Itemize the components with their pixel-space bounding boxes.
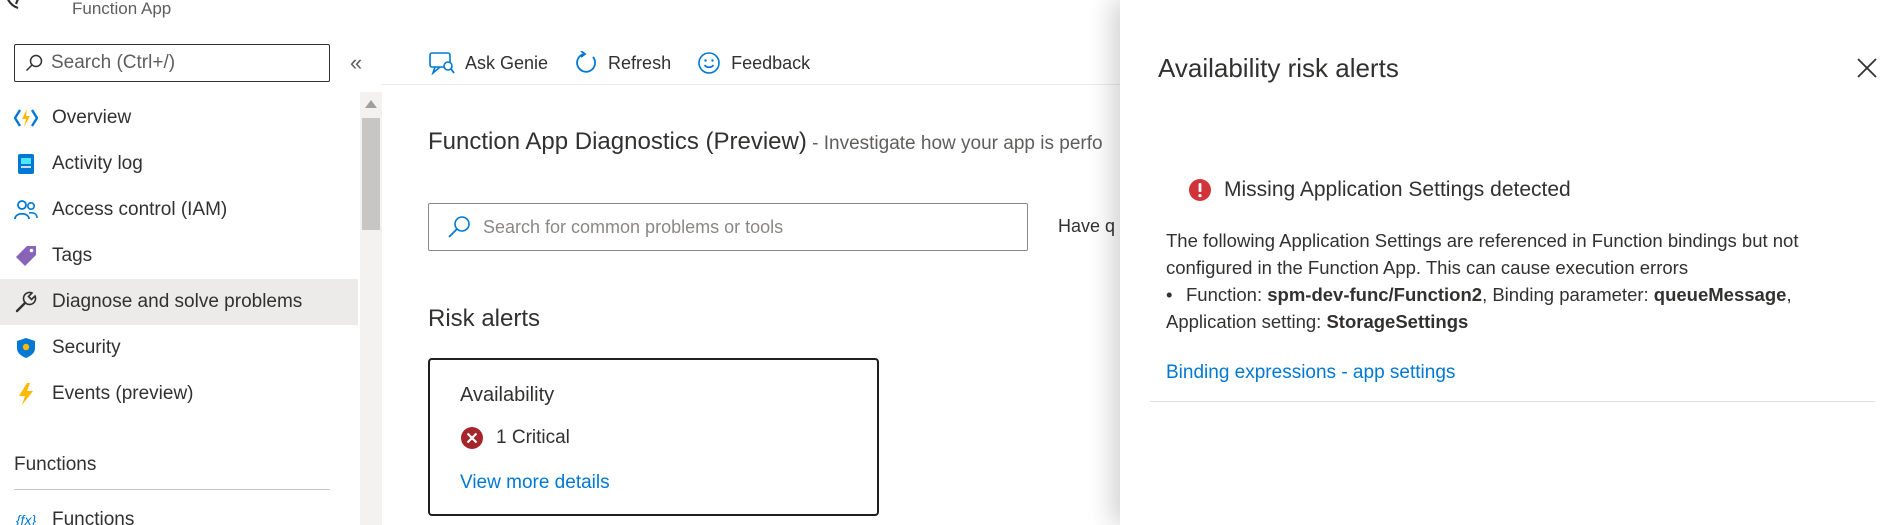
- sidebar-item-label: Functions: [52, 509, 135, 525]
- binding-expressions-link[interactable]: Binding expressions - app settings: [1166, 362, 1455, 384]
- critical-error-icon: [461, 427, 483, 449]
- function-label: Function:: [1186, 284, 1268, 305]
- shield-icon: [14, 336, 38, 360]
- search-icon: [448, 216, 470, 238]
- ask-genie-label: Ask Genie: [465, 52, 549, 73]
- sidebar-item-label: Activity log: [52, 153, 143, 174]
- toolbar-divider: [382, 84, 1122, 85]
- separator-comma: ,: [1786, 284, 1792, 305]
- tag-icon: [14, 244, 38, 268]
- refresh-label: Refresh: [608, 52, 672, 73]
- toolbar: Ask Genie Refresh Feedback: [382, 44, 836, 82]
- critical-status: 1 Critical: [460, 426, 570, 450]
- function-app-logo-icon: [7, 0, 19, 10]
- lightning-icon: [14, 382, 38, 406]
- error-exclamation-icon: [1189, 179, 1211, 201]
- bullet: •: [1166, 284, 1173, 305]
- diagnostics-search-placeholder: Search for common problems or tools: [483, 216, 784, 237]
- sidebar-item-access-control[interactable]: Access control (IAM): [0, 187, 358, 233]
- sidebar-item-label: Overview: [52, 107, 132, 128]
- page-title: Function App Diagnostics (Preview) - Inv…: [428, 128, 1103, 156]
- alert-detail-continued: Application setting: StorageSettings: [1166, 308, 1866, 335]
- nav-search-input[interactable]: Search (Ctrl+/): [14, 44, 330, 82]
- critical-count: 1 Critical: [496, 427, 570, 448]
- app-subtitle: Function App: [72, 0, 172, 18]
- alert-body-text: The following Application Settings are r…: [1166, 230, 1799, 278]
- binding-value: queueMessage: [1653, 284, 1787, 305]
- nav-search-placeholder: Search (Ctrl+/): [51, 52, 176, 73]
- nav-divider: [14, 489, 330, 490]
- fx-icon: {fx}: [15, 512, 37, 525]
- function-app-icon: [14, 106, 38, 130]
- ask-genie-button[interactable]: Ask Genie: [429, 51, 548, 75]
- genie-icon: [429, 52, 455, 75]
- nav-section-functions: Functions: [14, 454, 97, 475]
- feedback-button[interactable]: Feedback: [697, 51, 810, 75]
- close-icon[interactable]: [1855, 56, 1879, 80]
- sidebar-item-activity-log[interactable]: Activity log: [0, 141, 358, 187]
- scroll-up-arrow-icon[interactable]: [365, 100, 377, 108]
- sidebar-item-label: Diagnose and solve problems: [52, 291, 303, 312]
- page-description: - Investigate how your app is perfo: [806, 133, 1103, 154]
- availability-card[interactable]: Availability 1 Critical View more detail…: [428, 358, 879, 516]
- feedback-label: Feedback: [731, 52, 811, 73]
- activity-log-icon: [14, 152, 38, 176]
- sidebar-item-functions[interactable]: {fx} Functions: [0, 502, 358, 525]
- binding-label: , Binding parameter:: [1482, 284, 1654, 305]
- sidebar-item-label: Security: [52, 337, 121, 358]
- sidebar-item-overview[interactable]: Overview: [0, 95, 358, 141]
- setting-value: StorageSettings: [1326, 311, 1469, 332]
- sidebar-item-events[interactable]: Events (preview): [0, 371, 358, 417]
- panel-divider: [1150, 401, 1875, 402]
- sidebar-item-security[interactable]: Security: [0, 325, 358, 371]
- panel-title: Availability risk alerts: [1158, 53, 1399, 83]
- view-more-details-link[interactable]: View more details: [460, 472, 610, 494]
- smiley-icon: [698, 52, 720, 74]
- sidebar-item-diagnose[interactable]: Diagnose and solve problems: [0, 279, 358, 325]
- sidebar-item-label: Tags: [52, 245, 93, 266]
- have-questions-text: Have q: [1058, 216, 1116, 236]
- availability-risk-alerts-panel: Availability risk alerts Missing Applica…: [1120, 0, 1897, 525]
- people-icon: [14, 198, 38, 222]
- sidebar-item-label: Events (preview): [52, 383, 194, 404]
- risk-alerts-heading: Risk alerts: [428, 305, 541, 332]
- left-nav: Function App Search (Ctrl+/) « Overview: [0, 0, 362, 525]
- alert-heading: Missing Application Settings detected: [1188, 178, 1571, 202]
- alert-description: The following Application Settings are r…: [1166, 227, 1866, 335]
- alert-detail-item: • Function: spm-dev-func/Function2, Bindi…: [1166, 281, 1866, 308]
- search-icon: [25, 54, 43, 72]
- nav-scroll-thumb[interactable]: [362, 118, 380, 230]
- refresh-icon: [576, 51, 596, 73]
- refresh-button[interactable]: Refresh: [574, 51, 671, 75]
- diagnostics-search-input[interactable]: Search for common problems or tools: [428, 203, 1028, 251]
- function-value: spm-dev-func/Function2: [1267, 284, 1483, 305]
- card-title: Availability: [460, 384, 555, 406]
- wrench-icon: [14, 290, 38, 314]
- collapse-nav-button[interactable]: «: [350, 50, 362, 76]
- sidebar-item-label: Access control (IAM): [52, 199, 228, 220]
- alert-title: Missing Application Settings detected: [1224, 178, 1571, 201]
- setting-label: Application setting:: [1166, 311, 1327, 332]
- sidebar-item-tags[interactable]: Tags: [0, 233, 358, 279]
- page-title-text: Function App Diagnostics (Preview): [428, 128, 807, 155]
